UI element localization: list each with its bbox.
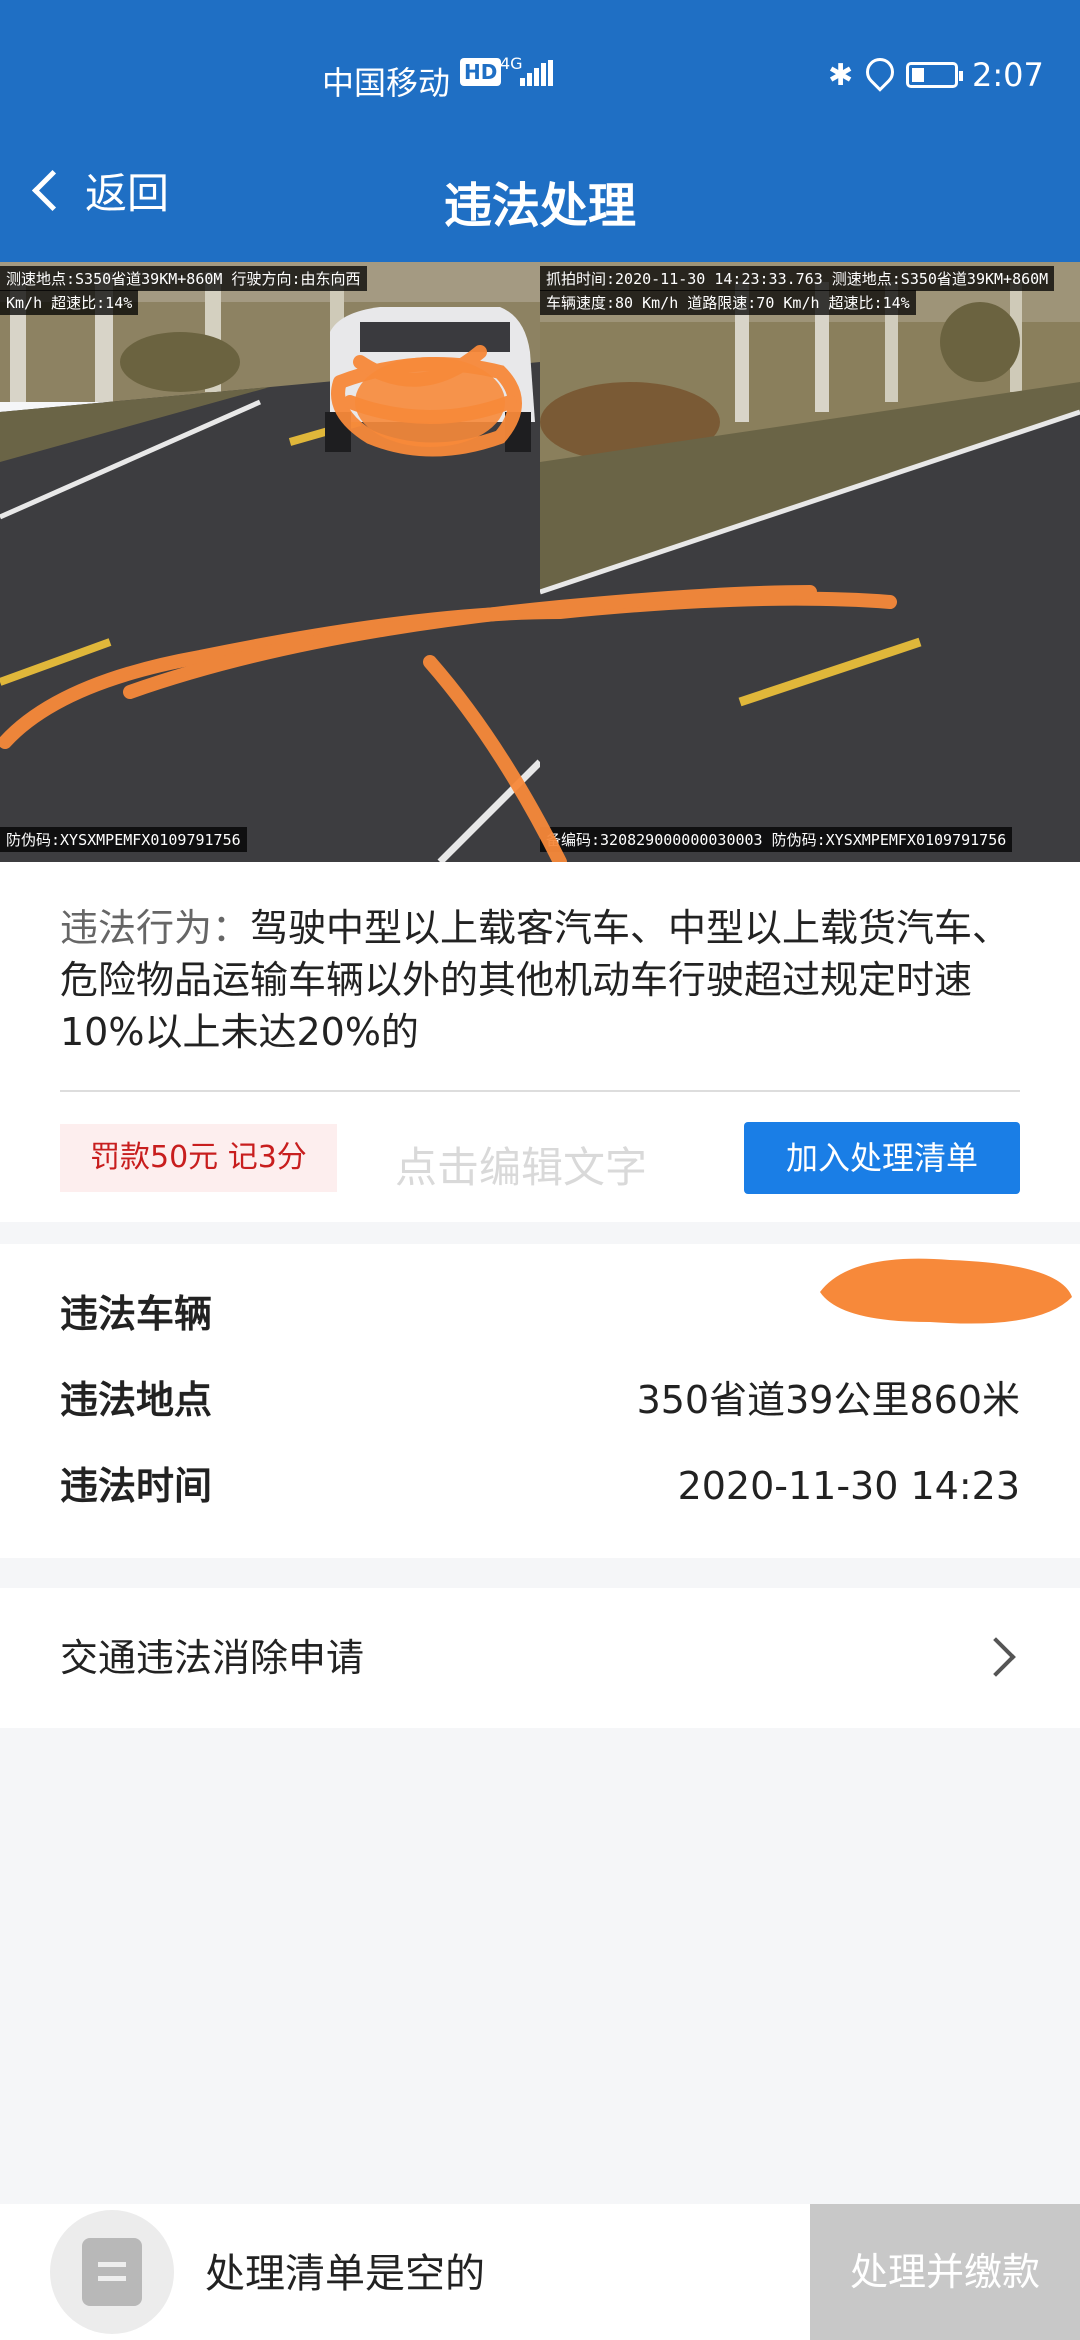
evidence-photo-right[interactable]: 抓拍时间:2020-11-30 14:23:33.763 测速地点:S350省道… (540, 262, 1080, 862)
clock: 2:07 (972, 56, 1044, 94)
plate-redaction-scribble (820, 1258, 1072, 1324)
time-label: 违法时间 (60, 1464, 213, 1508)
location-label: 违法地点 (60, 1378, 213, 1422)
time-row: 违法时间 2020-11-30 14:23 (60, 1456, 1020, 1516)
battery-icon (906, 62, 963, 88)
edit-text-hint[interactable]: 点击编辑文字 (395, 1134, 647, 1195)
photo-caption: 测速地点:S350省道39KM+860M 行驶方向:由东向西 (0, 266, 367, 291)
process-and-pay-button[interactable]: 处理并缴款 (810, 2204, 1080, 2340)
time-value: 2020-11-30 14:23 (677, 1464, 1020, 1508)
hd-icon: HD (460, 58, 502, 86)
photo-caption: 车辆速度:80 Km/h 道路限速:70 Km/h 超速比:14% (540, 290, 916, 315)
violation-label: 违法行为： (60, 906, 251, 950)
violation-card: 违法行为：驾驶中型以上载客汽车、中型以上载货汽车、危险物品运输车辆以外的其他机动… (0, 862, 1080, 1222)
page-title: 违法处理 (443, 178, 636, 234)
location-row: 违法地点 350省道39公里860米 (60, 1370, 1020, 1430)
add-to-list-button[interactable]: 加入处理清单 (744, 1122, 1020, 1194)
evidence-photo-left[interactable]: 测速地点:S350省道39KM+860M 行驶方向:由东向西 Km/h 超速比:… (0, 262, 540, 862)
divider (60, 1090, 1020, 1092)
violation-description: 违法行为：驾驶中型以上载客汽车、中型以上载货汽车、危险物品运输车辆以外的其他机动… (60, 902, 1020, 1058)
nav-bar: 返回 违法处理 (0, 140, 1080, 250)
carrier-name: 中国移动 (322, 64, 451, 102)
appeal-row[interactable]: 交通违法消除申请 (0, 1588, 1080, 1728)
app-header: 中国移动 HD 4G ✱ 2:07 返回 违法处理 (0, 0, 1080, 262)
location-value: 350省道39公里860米 (636, 1378, 1020, 1422)
photo-caption: Km/h 超速比:14% (0, 290, 139, 315)
location-icon (860, 52, 900, 92)
photo-caption: 防伪码:XYSXMPEMFX0109791756 (0, 827, 247, 852)
signal-icon (520, 60, 554, 86)
appeal-label: 交通违法消除申请 (60, 1636, 365, 1680)
document-icon (82, 2238, 142, 2306)
chevron-right-icon (976, 1637, 1016, 1677)
bottom-bar: 处理清单是空的 处理并缴款 (0, 2204, 1080, 2340)
photo-caption: 备编码:320829000000030003 防伪码:XYSXMPEMFX010… (540, 827, 1013, 852)
empty-list-text: 处理清单是空的 (205, 2251, 485, 2297)
penalty-badge: 罚款50元 记3分 (60, 1124, 337, 1192)
photo-caption: 抓拍时间:2020-11-30 14:23:33.763 测速地点:S350省道… (540, 266, 1055, 291)
vehicle-label: 违法车辆 (60, 1292, 213, 1336)
processing-list-button[interactable] (50, 2210, 174, 2334)
status-bar: 中国移动 HD 4G ✱ 2:07 (0, 40, 1080, 120)
bluetooth-icon: ✱ (828, 58, 854, 93)
evidence-photos: 测速地点:S350省道39KM+860M 行驶方向:由东向西 Km/h 超速比:… (0, 262, 1080, 862)
